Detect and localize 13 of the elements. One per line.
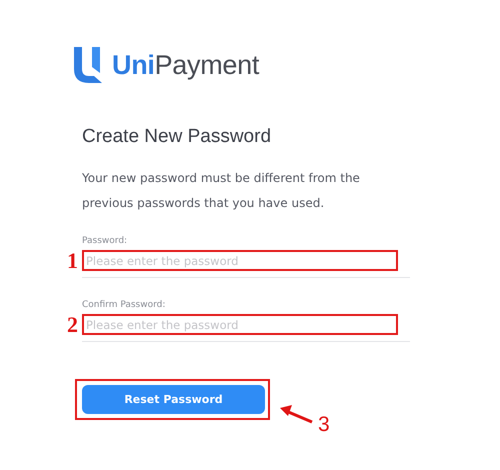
page-title: Create New Password — [82, 126, 272, 148]
arrow-icon — [278, 403, 314, 425]
logo-icon — [72, 45, 104, 85]
password-field[interactable]: Please enter the password — [82, 314, 398, 335]
description-text: Your new password must be different from the previous passwords that you have used. — [82, 170, 361, 212]
step-number: 2 — [67, 314, 78, 336]
step-number: 1 — [67, 250, 78, 272]
password-field[interactable]: Please enter the password — [82, 250, 398, 271]
step-number: 3 — [318, 413, 330, 437]
field-label: Confirm Password: — [82, 300, 166, 310]
reset-password-button[interactable]: Reset Password — [82, 385, 265, 414]
field-label: Password: — [82, 236, 128, 246]
logo-text: UniPayment — [112, 50, 260, 80]
